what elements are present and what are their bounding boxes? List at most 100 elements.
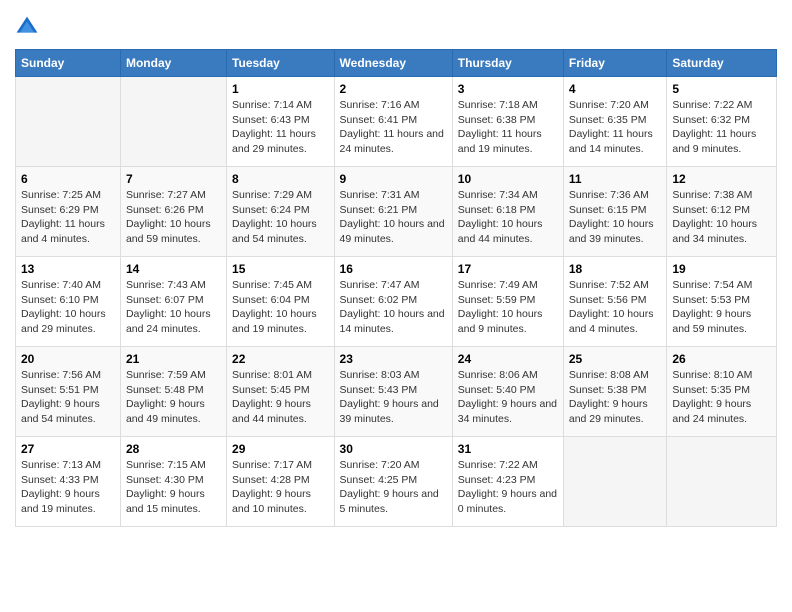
calendar-header: SundayMondayTuesdayWednesdayThursdayFrid…	[16, 50, 777, 77]
day-number: 16	[340, 262, 447, 276]
day-info: Sunrise: 7:34 AMSunset: 6:18 PMDaylight:…	[458, 188, 558, 247]
calendar-cell: 18Sunrise: 7:52 AMSunset: 5:56 PMDayligh…	[563, 257, 667, 347]
day-number: 10	[458, 172, 558, 186]
calendar-cell: 26 Sunrise: 8:10 AMSunset: 5:35 PMDayligh…	[667, 347, 777, 437]
calendar-cell	[16, 77, 121, 167]
calendar-cell: 28Sunrise: 7:15 AMSunset: 4:30 PMDayligh…	[120, 437, 226, 527]
day-info: Sunrise: 7:22 AMSunset: 6:32 PMDaylight:…	[672, 98, 771, 157]
calendar-cell: 6 Sunrise: 7:25 AMSunset: 6:29 PMDaylight…	[16, 167, 121, 257]
weekday-header: Wednesday	[334, 50, 452, 77]
day-info: Sunrise: 7:15 AMSunset: 4:30 PMDaylight:…	[126, 458, 221, 517]
day-info: Sunrise: 7:56 AMSunset: 5:51 PMDaylight:…	[21, 368, 115, 427]
day-number: 14	[126, 262, 221, 276]
calendar-cell: 4Sunrise: 7:20 AMSunset: 6:35 PMDaylight…	[563, 77, 667, 167]
weekday-header: Saturday	[667, 50, 777, 77]
day-info: Sunrise: 7:29 AMSunset: 6:24 PMDaylight:…	[232, 188, 329, 247]
calendar-cell: 2Sunrise: 7:16 AMSunset: 6:41 PMDaylight…	[334, 77, 452, 167]
day-number: 20	[21, 352, 115, 366]
calendar-cell: 3 Sunrise: 7:18 AMSunset: 6:38 PMDaylight…	[452, 77, 563, 167]
day-number: 25	[569, 352, 662, 366]
logo	[15, 15, 43, 39]
calendar-cell: 20 Sunrise: 7:56 AMSunset: 5:51 PMDayligh…	[16, 347, 121, 437]
day-number: 26	[672, 352, 771, 366]
day-info: Sunrise: 7:40 AMSunset: 6:10 PMDaylight:…	[21, 278, 115, 337]
calendar-cell: 13 Sunrise: 7:40 AMSunset: 6:10 PMDayligh…	[16, 257, 121, 347]
day-info: Sunrise: 7:20 AMSunset: 6:35 PMDaylight:…	[569, 98, 662, 157]
day-info: Sunrise: 8:10 AMSunset: 5:35 PMDaylight:…	[672, 368, 771, 427]
calendar-week-row: 13 Sunrise: 7:40 AMSunset: 6:10 PMDayligh…	[16, 257, 777, 347]
logo-icon	[15, 15, 39, 39]
day-info: Sunrise: 7:45 AMSunset: 6:04 PMDaylight:…	[232, 278, 329, 337]
day-info: Sunrise: 7:38 AMSunset: 6:12 PMDaylight:…	[672, 188, 771, 247]
weekday-header: Monday	[120, 50, 226, 77]
calendar-cell: 30 Sunrise: 7:20 AMSunset: 4:25 PMDayligh…	[334, 437, 452, 527]
day-number: 9	[340, 172, 447, 186]
day-info: Sunrise: 7:36 AMSunset: 6:15 PMDaylight:…	[569, 188, 662, 247]
day-number: 27	[21, 442, 115, 456]
calendar-cell: 29 Sunrise: 7:17 AMSunset: 4:28 PMDayligh…	[227, 437, 335, 527]
day-number: 17	[458, 262, 558, 276]
weekday-header: Friday	[563, 50, 667, 77]
calendar-week-row: 1 Sunrise: 7:14 AMSunset: 6:43 PMDaylight…	[16, 77, 777, 167]
day-number: 6	[21, 172, 115, 186]
calendar-cell: 17 Sunrise: 7:49 AMSunset: 5:59 PMDayligh…	[452, 257, 563, 347]
day-info: Sunrise: 7:49 AMSunset: 5:59 PMDaylight:…	[458, 278, 558, 337]
calendar-cell: 19Sunrise: 7:54 AMSunset: 5:53 PMDayligh…	[667, 257, 777, 347]
day-number: 1	[232, 82, 329, 96]
day-info: Sunrise: 7:18 AMSunset: 6:38 PMDaylight:…	[458, 98, 558, 157]
calendar-cell: 21Sunrise: 7:59 AMSunset: 5:48 PMDayligh…	[120, 347, 226, 437]
calendar-week-row: 27 Sunrise: 7:13 AMSunset: 4:33 PMDayligh…	[16, 437, 777, 527]
calendar-cell: 15 Sunrise: 7:45 AMSunset: 6:04 PMDayligh…	[227, 257, 335, 347]
day-number: 19	[672, 262, 771, 276]
calendar-cell: 10 Sunrise: 7:34 AMSunset: 6:18 PMDayligh…	[452, 167, 563, 257]
day-number: 31	[458, 442, 558, 456]
day-number: 3	[458, 82, 558, 96]
day-info: Sunrise: 7:31 AMSunset: 6:21 PMDaylight:…	[340, 188, 447, 247]
calendar-cell: 24Sunrise: 8:06 AMSunset: 5:40 PMDayligh…	[452, 347, 563, 437]
calendar-cell: 5 Sunrise: 7:22 AMSunset: 6:32 PMDaylight…	[667, 77, 777, 167]
page-header	[15, 15, 777, 39]
day-info: Sunrise: 7:27 AMSunset: 6:26 PMDaylight:…	[126, 188, 221, 247]
day-number: 22	[232, 352, 329, 366]
calendar-cell: 23 Sunrise: 8:03 AMSunset: 5:43 PMDayligh…	[334, 347, 452, 437]
day-info: Sunrise: 8:01 AMSunset: 5:45 PMDaylight:…	[232, 368, 329, 427]
day-number: 30	[340, 442, 447, 456]
day-number: 24	[458, 352, 558, 366]
day-info: Sunrise: 7:52 AMSunset: 5:56 PMDaylight:…	[569, 278, 662, 337]
day-info: Sunrise: 7:22 AMSunset: 4:23 PMDaylight:…	[458, 458, 558, 517]
calendar-cell: 31 Sunrise: 7:22 AMSunset: 4:23 PMDayligh…	[452, 437, 563, 527]
calendar-week-row: 6 Sunrise: 7:25 AMSunset: 6:29 PMDaylight…	[16, 167, 777, 257]
day-info: Sunrise: 7:17 AMSunset: 4:28 PMDaylight:…	[232, 458, 329, 517]
calendar-cell: 11 Sunrise: 7:36 AMSunset: 6:15 PMDayligh…	[563, 167, 667, 257]
calendar-cell: 9 Sunrise: 7:31 AMSunset: 6:21 PMDaylight…	[334, 167, 452, 257]
calendar-body: 1 Sunrise: 7:14 AMSunset: 6:43 PMDaylight…	[16, 77, 777, 527]
day-info: Sunrise: 8:08 AMSunset: 5:38 PMDaylight:…	[569, 368, 662, 427]
day-info: Sunrise: 7:20 AMSunset: 4:25 PMDaylight:…	[340, 458, 447, 517]
day-number: 23	[340, 352, 447, 366]
day-info: Sunrise: 7:14 AMSunset: 6:43 PMDaylight:…	[232, 98, 329, 157]
day-number: 12	[672, 172, 771, 186]
weekday-header: Sunday	[16, 50, 121, 77]
day-number: 2	[340, 82, 447, 96]
calendar-cell: 25 Sunrise: 8:08 AMSunset: 5:38 PMDayligh…	[563, 347, 667, 437]
day-number: 11	[569, 172, 662, 186]
day-info: Sunrise: 7:43 AMSunset: 6:07 PMDaylight:…	[126, 278, 221, 337]
day-info: Sunrise: 7:25 AMSunset: 6:29 PMDaylight:…	[21, 188, 115, 247]
day-number: 15	[232, 262, 329, 276]
day-number: 29	[232, 442, 329, 456]
calendar-cell: 22 Sunrise: 8:01 AMSunset: 5:45 PMDayligh…	[227, 347, 335, 437]
day-info: Sunrise: 7:13 AMSunset: 4:33 PMDaylight:…	[21, 458, 115, 517]
calendar-cell: 12 Sunrise: 7:38 AMSunset: 6:12 PMDayligh…	[667, 167, 777, 257]
calendar-cell	[667, 437, 777, 527]
day-info: Sunrise: 7:59 AMSunset: 5:48 PMDaylight:…	[126, 368, 221, 427]
calendar-cell: 16Sunrise: 7:47 AMSunset: 6:02 PMDayligh…	[334, 257, 452, 347]
calendar-cell: 8Sunrise: 7:29 AMSunset: 6:24 PMDaylight…	[227, 167, 335, 257]
weekday-header: Tuesday	[227, 50, 335, 77]
day-number: 7	[126, 172, 221, 186]
day-number: 13	[21, 262, 115, 276]
calendar-cell: 1 Sunrise: 7:14 AMSunset: 6:43 PMDaylight…	[227, 77, 335, 167]
calendar-cell: 27 Sunrise: 7:13 AMSunset: 4:33 PMDayligh…	[16, 437, 121, 527]
calendar-cell	[563, 437, 667, 527]
day-number: 5	[672, 82, 771, 96]
day-info: Sunrise: 8:03 AMSunset: 5:43 PMDaylight:…	[340, 368, 447, 427]
